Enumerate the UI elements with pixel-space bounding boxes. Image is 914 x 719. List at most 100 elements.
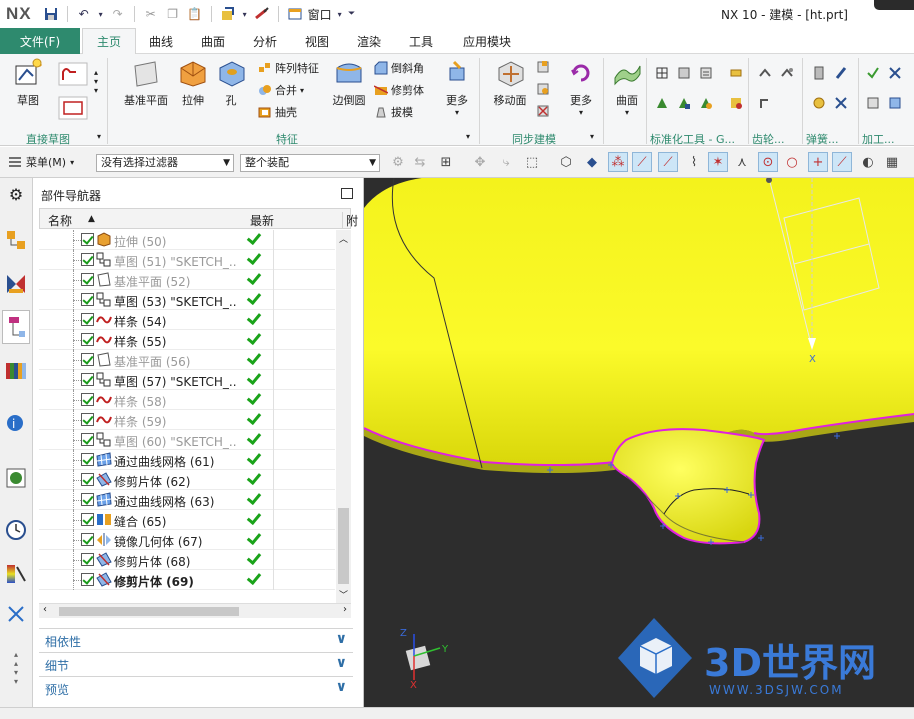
sketch-more-arrows[interactable]: ▴ ▾ ▾: [94, 68, 98, 95]
sketch-button[interactable]: 草图: [8, 58, 48, 108]
snap-point-icon[interactable]: ⁂: [608, 152, 628, 172]
unite-button[interactable]: 合并 ▾: [258, 82, 304, 98]
visibility-checkbox[interactable]: [81, 533, 94, 546]
visibility-checkbox[interactable]: [81, 473, 94, 486]
navigator-row[interactable]: 草图 (53) "SKETCH_...: [39, 290, 335, 310]
edge-blend-button[interactable]: 边倒圆: [330, 58, 368, 108]
snap-point-on-curve-icon[interactable]: ⟋: [832, 152, 852, 172]
visibility-checkbox[interactable]: [81, 353, 94, 366]
visibility-checkbox[interactable]: [81, 333, 94, 346]
visibility-checkbox[interactable]: [81, 233, 94, 246]
tab-surface[interactable]: 曲面: [190, 28, 236, 54]
customize-qat-icon[interactable]: ⏷: [348, 5, 356, 23]
navigator-row[interactable]: 修剪片体 (68): [39, 550, 335, 570]
snap-existing-point-icon[interactable]: +: [808, 152, 828, 172]
save-icon[interactable]: [42, 5, 60, 23]
chamfer-button[interactable]: 倒斜角: [374, 60, 424, 76]
visibility-checkbox[interactable]: [81, 453, 94, 466]
horizontal-scrollbar[interactable]: ‹ ›: [39, 603, 351, 618]
pattern-feature-button[interactable]: 阵列特征: [258, 60, 319, 76]
tab-file[interactable]: 文件(F): [0, 28, 80, 54]
visibility-checkbox[interactable]: [81, 293, 94, 306]
navigator-row[interactable]: 基准平面 (52): [39, 270, 335, 290]
more-sync-button[interactable]: 更多 ▾: [566, 58, 596, 117]
repeat-command-icon[interactable]: [219, 5, 237, 23]
column-name[interactable]: 名称: [48, 212, 72, 229]
strip-scroll-arrows[interactable]: ▴ ▴ ▾ ▾: [4, 638, 28, 698]
navigator-row[interactable]: 通过曲线网格 (63): [39, 490, 335, 510]
visibility-checkbox[interactable]: [81, 553, 94, 566]
group-options-arrow[interactable]: ▾: [466, 132, 470, 141]
trim-body-button[interactable]: 修剪体: [374, 82, 424, 98]
machining-tool-2-icon[interactable]: [888, 66, 902, 80]
select-tool-2-icon[interactable]: ⇆: [410, 152, 430, 172]
tab-home[interactable]: 主页: [82, 28, 136, 54]
std-tool-4-icon[interactable]: [729, 66, 743, 80]
tab-view[interactable]: 视图: [294, 28, 340, 54]
more-features-button[interactable]: 更多 ▾: [440, 58, 474, 117]
tab-applications[interactable]: 应用模块: [452, 28, 522, 54]
machining-tool-1-icon[interactable]: [866, 66, 880, 80]
selection-filter-dropdown[interactable]: 没有选择过滤器 ▼: [96, 154, 234, 172]
visibility-checkbox[interactable]: [81, 313, 94, 326]
select-tool-5-icon[interactable]: ⤷: [496, 152, 516, 172]
assembly-scope-dropdown[interactable]: 整个装配 ▼: [240, 154, 380, 172]
preview-panel[interactable]: 预览 ∨: [39, 676, 353, 698]
visibility-checkbox[interactable]: [81, 253, 94, 266]
datum-plane-button[interactable]: 基准平面: [120, 58, 172, 108]
std-tool-1-icon[interactable]: [655, 66, 669, 80]
snap-point-on-face-icon[interactable]: ◐: [858, 152, 878, 172]
select-tool-4-icon[interactable]: ✥: [470, 152, 490, 172]
visibility-checkbox[interactable]: [81, 393, 94, 406]
details-panel[interactable]: 细节 ∨: [39, 652, 353, 674]
snap-arc-center-icon[interactable]: ⋏: [732, 152, 752, 172]
profile-icon[interactable]: [58, 62, 88, 86]
sort-ascending-icon[interactable]: ▲: [88, 214, 95, 224]
group-options-arrow[interactable]: ▾: [590, 132, 594, 141]
visibility-checkbox[interactable]: [81, 573, 94, 586]
dropdown-arrow-icon[interactable]: ▾: [241, 5, 249, 23]
dropdown-arrow-icon[interactable]: ▾: [336, 5, 344, 23]
tab-render[interactable]: 渲染: [346, 28, 392, 54]
undo-icon[interactable]: ↶: [75, 5, 93, 23]
assembly-navigator-icon[interactable]: [4, 228, 28, 252]
std-tool-5-icon[interactable]: [655, 96, 669, 110]
visibility-checkbox[interactable]: [81, 493, 94, 506]
constraint-navigator-icon[interactable]: [4, 272, 28, 296]
visibility-checkbox[interactable]: [81, 413, 94, 426]
draft-button[interactable]: 拔模: [374, 104, 413, 120]
visibility-checkbox[interactable]: [81, 513, 94, 526]
shell-button[interactable]: 抽壳: [258, 104, 297, 120]
machining-tool-3-icon[interactable]: [866, 96, 880, 110]
snap-mid-point-icon[interactable]: ⟋: [658, 152, 678, 172]
cut-icon[interactable]: ✂: [142, 5, 160, 23]
column-latest[interactable]: 最新: [250, 212, 274, 229]
std-tool-8-icon[interactable]: [729, 96, 743, 110]
spring-tool-1-icon[interactable]: [812, 66, 826, 80]
system-materials-icon[interactable]: [4, 562, 28, 586]
machining-tool-4-icon[interactable]: [888, 96, 902, 110]
group-options-arrow[interactable]: ▾: [97, 132, 101, 141]
process-studio-icon[interactable]: [4, 602, 28, 626]
window-icon[interactable]: [286, 5, 304, 23]
navigator-row[interactable]: 样条 (55): [39, 330, 335, 350]
column-extra[interactable]: 附: [342, 212, 358, 229]
navigator-row[interactable]: 草图 (51) "SKETCH_...: [39, 250, 335, 270]
graphics-window[interactable]: X Z Y X 3D世界网 WWW.3DSJW.COM: [364, 178, 914, 707]
dependencies-panel[interactable]: 相依性 ∨: [39, 628, 353, 650]
select-tool-8-icon[interactable]: ◆: [582, 152, 602, 172]
surface-button[interactable]: 曲面 ▾: [610, 58, 644, 117]
move-face-button[interactable]: 移动面: [488, 58, 532, 108]
copy-icon[interactable]: ❐: [164, 5, 182, 23]
history-icon[interactable]: [4, 518, 28, 542]
std-tool-3-icon[interactable]: [699, 66, 713, 80]
snap-end-point-icon[interactable]: ⟋: [632, 152, 652, 172]
navigator-row[interactable]: 缝合 (65): [39, 510, 335, 530]
navigator-row[interactable]: 通过曲线网格 (61): [39, 450, 335, 470]
touch-mode-icon[interactable]: [253, 5, 271, 23]
select-tool-7-icon[interactable]: ⬡: [556, 152, 576, 172]
horizontal-scroll-thumb[interactable]: [59, 607, 239, 616]
part-navigator-icon[interactable]: [2, 310, 30, 344]
redo-icon[interactable]: ↷: [109, 5, 127, 23]
vertical-scroll-thumb[interactable]: [338, 508, 349, 584]
